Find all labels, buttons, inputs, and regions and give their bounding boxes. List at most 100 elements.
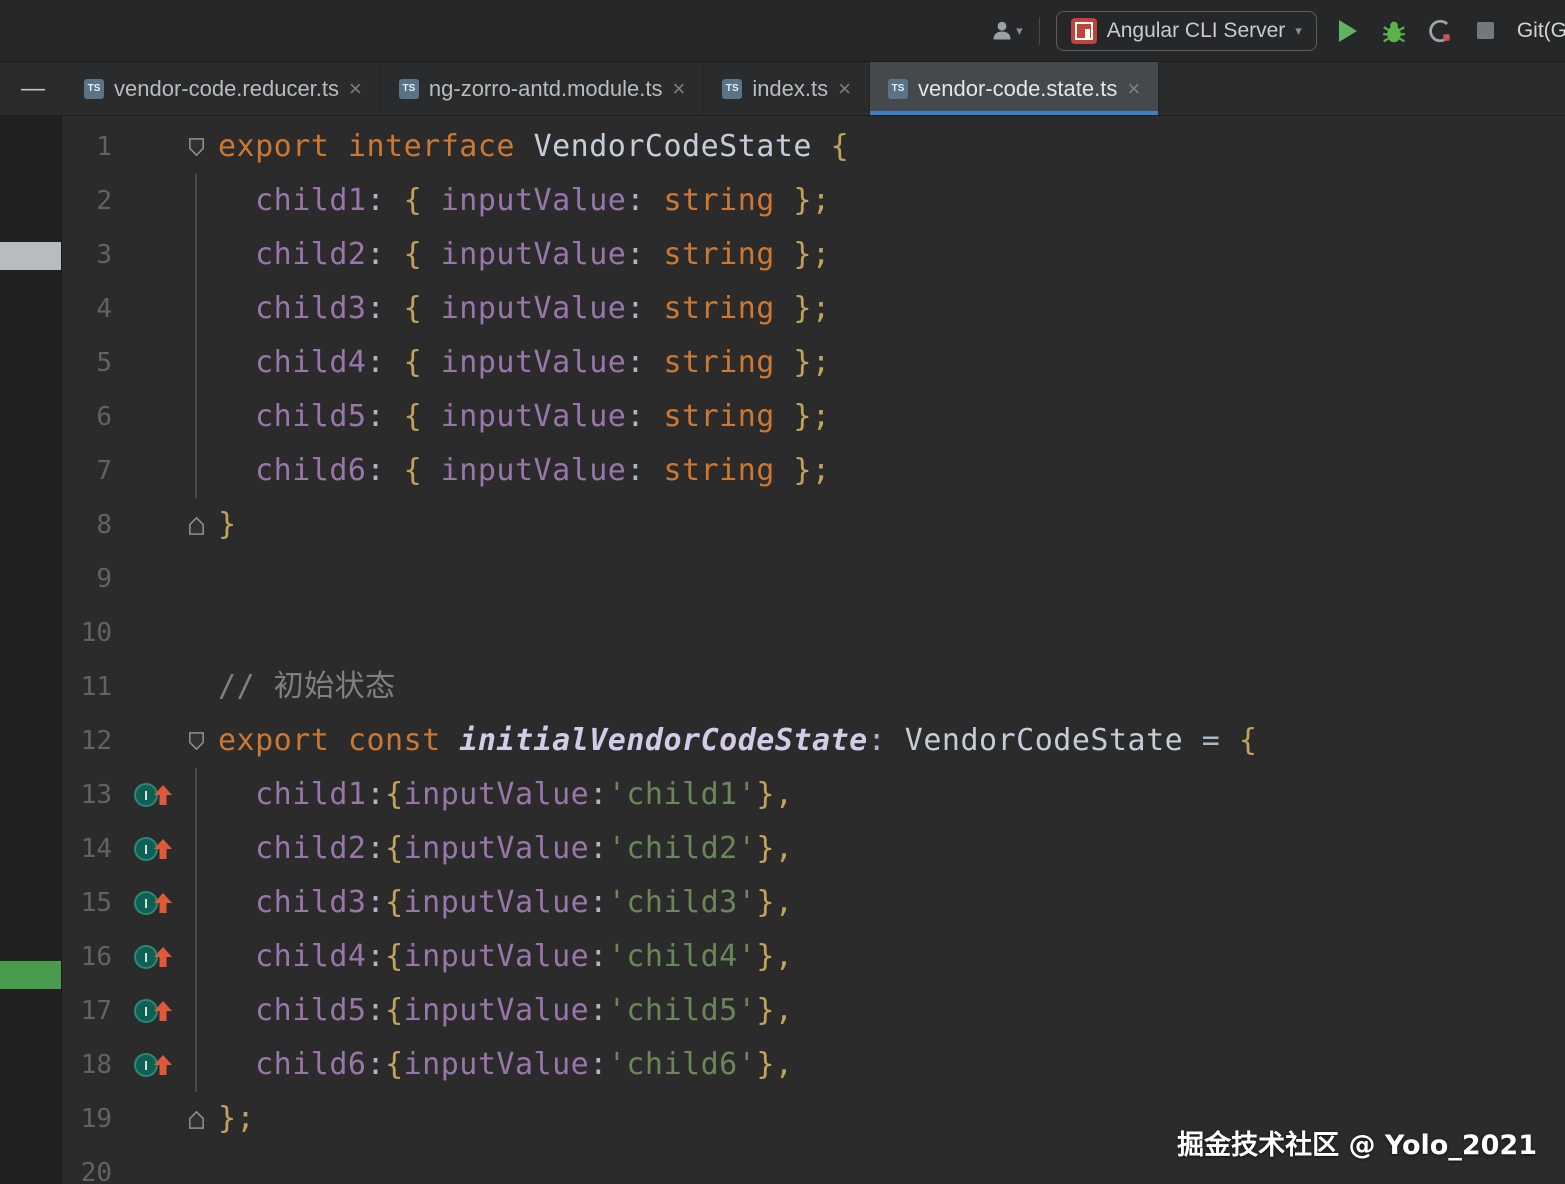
line-number[interactable]: 3	[62, 228, 112, 282]
gutter-icons	[112, 660, 174, 714]
code-line[interactable]: 9	[62, 552, 1565, 606]
run-config-dropdown[interactable]: Angular CLI Server ▾	[1055, 10, 1317, 51]
code-line[interactable]: 11 // 初始状态	[62, 660, 1565, 714]
tab-close-icon[interactable]: ×	[672, 77, 685, 100]
code-token: {	[830, 129, 850, 164]
override-up-arrow-icon[interactable]	[153, 1054, 173, 1076]
line-number[interactable]: 10	[62, 606, 112, 660]
code-token: :	[589, 777, 608, 812]
play-icon	[1338, 19, 1357, 42]
run-button[interactable]	[1333, 16, 1363, 46]
code-token: :	[366, 831, 386, 866]
override-up-arrow-icon[interactable]	[153, 784, 173, 806]
tab-vendor-code.reducer.ts[interactable]: TS vendor-code.reducer.ts ×	[66, 62, 381, 115]
line-number[interactable]: 20	[62, 1146, 112, 1184]
tab-label: index.ts	[752, 75, 829, 101]
code-line[interactable]: 5 child4: { inputValue: string };	[62, 336, 1565, 390]
line-number[interactable]: 12	[62, 714, 112, 768]
fold-end-icon[interactable]	[186, 514, 207, 537]
code-line[interactable]: 8}	[62, 498, 1565, 552]
code-token: };	[774, 399, 831, 434]
line-number[interactable]: 5	[62, 336, 112, 390]
code-text: child4:{inputValue:'child4'},	[218, 930, 793, 984]
code-token: },	[756, 993, 794, 1028]
code-line[interactable]: 16 I child4:{inputValue:'child4'},	[62, 930, 1565, 984]
gutter-icons	[112, 336, 174, 390]
angular-cli-icon-inner	[1074, 21, 1093, 40]
code-line[interactable]: 1 export interface VendorCodeState {	[62, 120, 1565, 174]
code-line[interactable]: 10	[62, 606, 1565, 660]
code-pane[interactable]: 1 export interface VendorCodeState {2 chi…	[62, 116, 1565, 1184]
line-number[interactable]: 15	[62, 876, 112, 930]
user-icon	[993, 21, 1011, 40]
line-number[interactable]: 16	[62, 930, 112, 984]
code-line[interactable]: 2 child1: { inputValue: string };	[62, 174, 1565, 228]
line-number[interactable]: 19	[62, 1092, 112, 1146]
tab-close-icon[interactable]: ×	[1127, 77, 1140, 100]
code-token: string	[663, 453, 775, 488]
line-number[interactable]: 14	[62, 822, 112, 876]
gutter-icons	[112, 714, 174, 768]
override-up-arrow-icon[interactable]	[153, 892, 173, 914]
code-text: child1:{inputValue:'child1'},	[218, 768, 793, 822]
fold-end-icon[interactable]	[186, 1108, 207, 1131]
gutter-icons	[112, 228, 174, 282]
code-token: },	[756, 1047, 794, 1082]
stop-button[interactable]	[1471, 16, 1501, 46]
fold-column	[174, 498, 218, 552]
code-token: inputValue	[403, 777, 590, 812]
hide-tabs-icon[interactable]: —	[0, 62, 66, 115]
code-line[interactable]: 18 I child6:{inputValue:'child6'},	[62, 1038, 1565, 1092]
user-menu[interactable]: ▾	[990, 19, 1023, 43]
line-number[interactable]: 13	[62, 768, 112, 822]
coverage-button[interactable]	[1425, 16, 1455, 46]
fold-start-icon[interactable]	[186, 136, 207, 159]
line-number[interactable]: 4	[62, 282, 112, 336]
fold-start-icon[interactable]	[186, 730, 207, 753]
fold-column	[174, 768, 218, 822]
code-token: }	[218, 507, 237, 542]
code-token: :	[589, 1047, 608, 1082]
override-up-arrow-icon[interactable]	[153, 946, 173, 968]
tab-vendor-code.state.ts[interactable]: TS vendor-code.state.ts ×	[870, 62, 1160, 115]
code-token: };	[774, 345, 831, 380]
code-line[interactable]: 7 child6: { inputValue: string };	[62, 444, 1565, 498]
code-line[interactable]: 12 export const initialVendorCodeState: V…	[62, 714, 1565, 768]
debug-button[interactable]	[1379, 16, 1409, 46]
override-up-arrow-icon[interactable]	[153, 1000, 173, 1022]
tab-index.ts[interactable]: TS index.ts ×	[704, 62, 870, 115]
line-number[interactable]: 8	[62, 498, 112, 552]
line-number[interactable]: 1	[62, 120, 112, 174]
code-line[interactable]: 13 I child1:{inputValue:'child1'},	[62, 768, 1565, 822]
line-number[interactable]: 6	[62, 390, 112, 444]
tab-ng-zorro-antd.module.ts[interactable]: TS ng-zorro-antd.module.ts ×	[381, 62, 705, 115]
tab-label: vendor-code.state.ts	[918, 75, 1118, 101]
code-line[interactable]: 14 I child2:{inputValue:'child2'},	[62, 822, 1565, 876]
code-line[interactable]: 6 child5: { inputValue: string };	[62, 390, 1565, 444]
code-line[interactable]: 15 I child3:{inputValue:'child3'},	[62, 876, 1565, 930]
line-number[interactable]: 17	[62, 984, 112, 1038]
code-token: 'child5'	[607, 993, 757, 1028]
git-menu[interactable]: Git(G	[1517, 19, 1565, 43]
override-up-arrow-icon[interactable]	[153, 838, 173, 860]
tab-close-icon[interactable]: ×	[349, 77, 362, 100]
gutter-icons	[112, 552, 174, 606]
line-number[interactable]: 7	[62, 444, 112, 498]
code-line[interactable]: 17 I child5:{inputValue:'child5'},	[62, 984, 1565, 1038]
fold-column	[174, 174, 218, 228]
code-line[interactable]: 3 child2: { inputValue: string };	[62, 228, 1565, 282]
fold-column	[174, 984, 218, 1038]
code-token: };	[774, 453, 831, 488]
line-number[interactable]: 2	[62, 174, 112, 228]
line-number[interactable]: 9	[62, 552, 112, 606]
code-text: export interface VendorCodeState {	[218, 120, 849, 174]
tab-close-icon[interactable]: ×	[838, 77, 851, 100]
gutter-icons: I	[112, 1038, 174, 1092]
code-token: inputValue	[440, 183, 627, 218]
line-number[interactable]: 18	[62, 1038, 112, 1092]
code-line[interactable]: 4 child3: { inputValue: string };	[62, 282, 1565, 336]
line-number[interactable]: 11	[62, 660, 112, 714]
